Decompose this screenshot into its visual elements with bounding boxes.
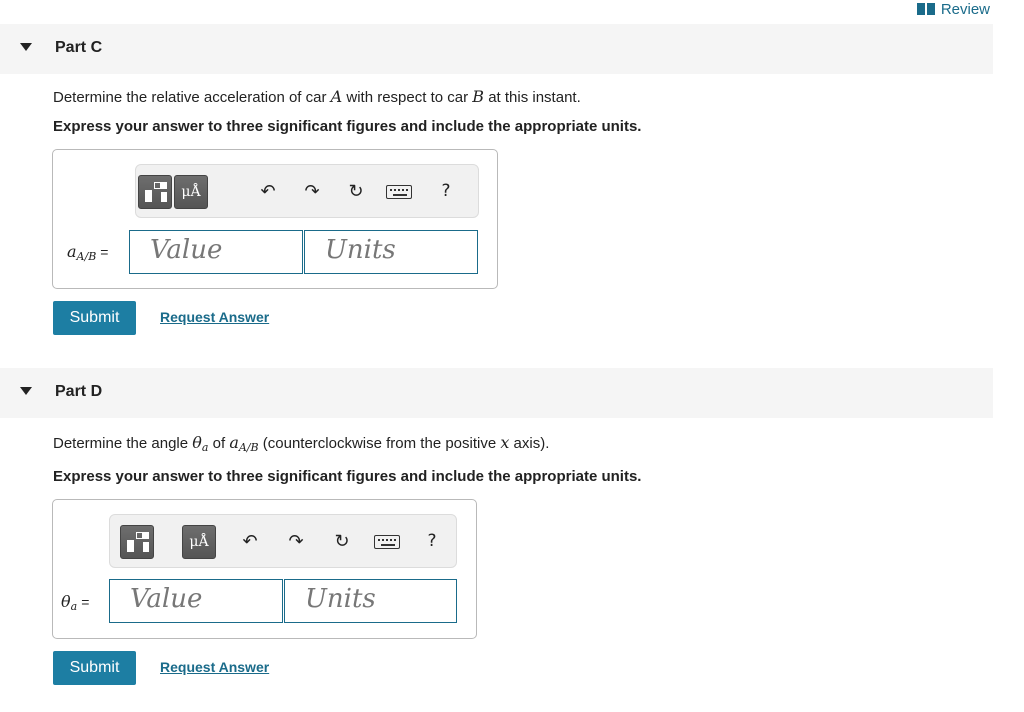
keyboard-icon[interactable] [372, 525, 404, 557]
help-icon[interactable]: ? [430, 175, 462, 207]
part-c-toolbar: μÅ ↶ ↷ ↻ ? [135, 164, 479, 218]
review-book-icon [916, 3, 935, 15]
reset-icon[interactable]: ↻ [340, 175, 372, 207]
redo-icon[interactable]: ↷ [280, 525, 312, 557]
help-icon[interactable]: ? [416, 525, 448, 557]
part-c-variable-label: aA/B = [67, 242, 109, 263]
part-d-request-answer-link[interactable]: Request Answer [160, 659, 269, 675]
units-icon[interactable]: μÅ [174, 175, 208, 209]
templates-icon[interactable] [138, 175, 172, 209]
part-c-request-answer-link[interactable]: Request Answer [160, 309, 269, 325]
collapse-triangle-icon[interactable] [20, 43, 32, 51]
part-d-instruction: Express your answer to three significant… [53, 468, 642, 485]
part-c-answer-box: μÅ ↶ ↷ ↻ ? aA/B = Value Units [52, 149, 498, 289]
review-label: Review [940, 0, 990, 18]
part-c-units-input[interactable]: Units [304, 230, 478, 274]
part-d-units-input[interactable]: Units [284, 579, 457, 623]
units-icon[interactable]: μÅ [182, 525, 216, 559]
part-c-instruction: Express your answer to three significant… [53, 118, 642, 135]
part-d-submit-button[interactable]: Submit [53, 651, 136, 685]
part-d-header[interactable]: Part D [0, 368, 993, 418]
part-d-question: Determine the angle θa of aA/B (counterc… [53, 433, 550, 454]
templates-icon[interactable] [120, 525, 154, 559]
review-link[interactable]: Review [916, 0, 990, 18]
part-c-title: Part C [55, 39, 103, 56]
redo-icon[interactable]: ↷ [296, 175, 328, 207]
reset-icon[interactable]: ↻ [326, 525, 358, 557]
part-d-toolbar: μÅ ↶ ↷ ↻ ? [109, 514, 457, 568]
undo-icon[interactable]: ↶ [234, 525, 266, 557]
part-c-submit-button[interactable]: Submit [53, 301, 136, 335]
part-c-value-input[interactable]: Value [129, 230, 303, 274]
part-c-question: Determine the relative acceleration of c… [53, 87, 581, 106]
part-d-title: Part D [55, 383, 103, 400]
part-c-header[interactable]: Part C [0, 24, 993, 74]
collapse-triangle-icon[interactable] [20, 387, 32, 395]
keyboard-icon[interactable] [384, 175, 416, 207]
part-d-variable-label: θa = [61, 592, 90, 613]
part-d-answer-box: μÅ ↶ ↷ ↻ ? θa = Value Units [52, 499, 477, 639]
undo-icon[interactable]: ↶ [252, 175, 284, 207]
part-d-value-input[interactable]: Value [109, 579, 283, 623]
